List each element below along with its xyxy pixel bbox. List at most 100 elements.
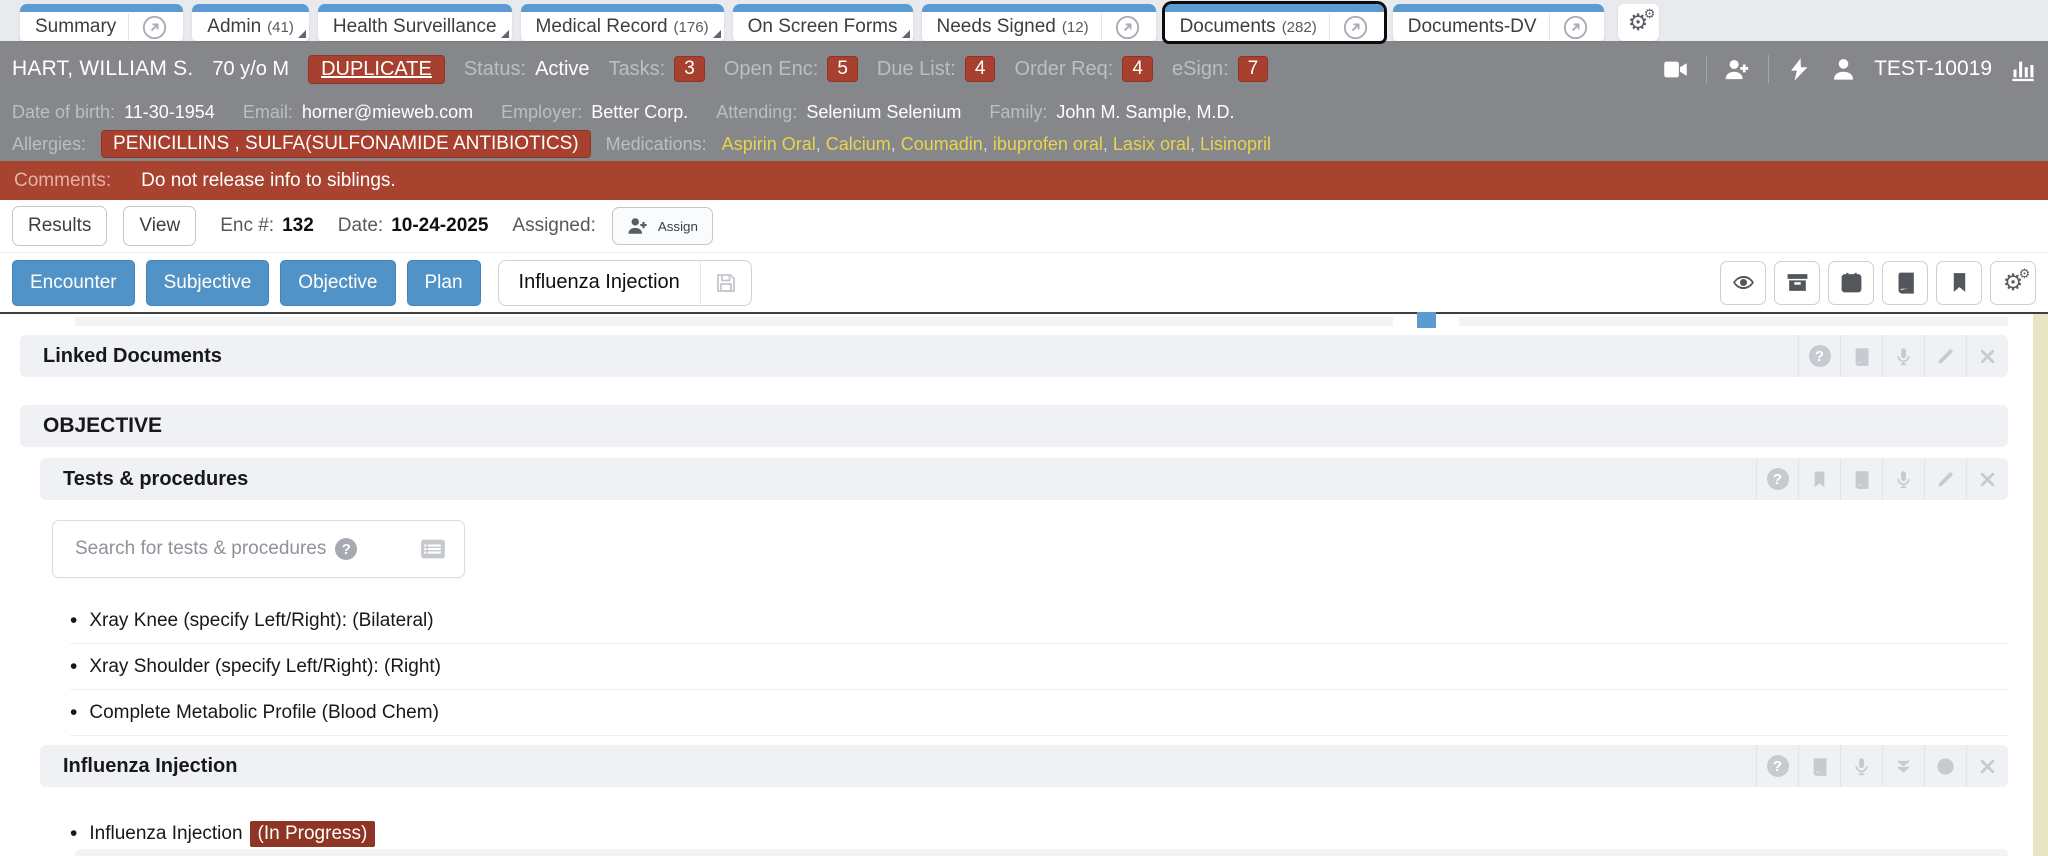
family-value: John M. Sample, M.D. <box>1056 102 1234 123</box>
external-link-icon[interactable] <box>1101 14 1141 41</box>
test-item-label: Xray Shoulder (specify Left/Right): (Rig… <box>89 656 441 678</box>
open-enc-badge[interactable]: 5 <box>827 56 858 82</box>
test-item-label: Xray Knee (specify Left/Right): (Bilater… <box>89 610 433 632</box>
lightning-icon[interactable] <box>1786 56 1813 83</box>
section-title: Linked Documents <box>43 345 222 368</box>
tasks-badge[interactable]: 3 <box>674 56 705 82</box>
pencil-icon[interactable] <box>1924 458 1966 500</box>
plan-button[interactable]: Plan <box>407 260 481 306</box>
comments-bar: Comments: Do not release info to sibling… <box>0 161 2048 200</box>
save-icon <box>714 271 738 295</box>
tab-admin[interactable]: Admin (41) <box>192 4 309 41</box>
chevron-corner-icon <box>902 30 910 38</box>
section-tests-procedures: Tests & procedures ? <box>40 458 2008 500</box>
book-icon[interactable] <box>1798 745 1840 787</box>
microphone-icon[interactable] <box>1840 745 1882 787</box>
duplicate-badge[interactable]: DUPLICATE <box>308 55 445 84</box>
chart-icon[interactable] <box>2009 56 2036 83</box>
help-icon[interactable]: ? <box>1756 458 1798 500</box>
close-icon[interactable] <box>1966 458 2008 500</box>
results-button[interactable]: Results <box>12 206 107 246</box>
chart-notes-button[interactable] <box>1882 261 1928 305</box>
in-progress-badge: (In Progress) <box>250 821 376 847</box>
book-icon <box>1893 270 1918 295</box>
section-title: OBJECTIVE <box>43 414 162 438</box>
book-icon[interactable] <box>1840 335 1882 377</box>
add-user-icon[interactable] <box>1724 56 1751 83</box>
tests-search-box[interactable]: Search for tests & procedures ? <box>52 520 465 578</box>
scrollbar-strip[interactable] <box>2033 314 2048 856</box>
enc-number-value: 132 <box>282 215 314 237</box>
tab-on-screen-forms[interactable]: On Screen Forms <box>733 4 913 41</box>
tab-label: Summary <box>35 16 116 38</box>
archive-button[interactable] <box>1774 261 1820 305</box>
chevron-corner-icon <box>501 30 509 38</box>
subjective-button[interactable]: Subjective <box>146 260 270 306</box>
user-id[interactable]: TEST-10019 <box>1874 57 1992 81</box>
external-link-icon[interactable] <box>1329 14 1369 41</box>
tab-documents[interactable]: Documents (282) <box>1165 4 1384 41</box>
order-req-badge[interactable]: 4 <box>1122 56 1153 82</box>
tab-medical-record[interactable]: Medical Record (176) <box>521 4 724 41</box>
test-item[interactable]: Xray Shoulder (specify Left/Right): (Rig… <box>70 644 2008 690</box>
medication-link[interactable]: Coumadin <box>901 134 993 154</box>
scroll-handle[interactable] <box>1417 312 1436 328</box>
section-objective: OBJECTIVE <box>20 405 2008 447</box>
document-title-field[interactable]: Influenza Injection <box>498 260 752 306</box>
tab-count: (12) <box>1062 19 1089 36</box>
tab-label: Medical Record <box>536 16 668 38</box>
medication-link[interactable]: Aspirin Oral <box>722 134 826 154</box>
allergies-badge[interactable]: PENICILLINS , SULFA(SULFONAMIDE ANTIBIOT… <box>101 130 591 158</box>
close-icon[interactable] <box>1966 745 2008 787</box>
chevron-double-down-icon[interactable] <box>1882 745 1924 787</box>
microphone-icon[interactable] <box>1882 458 1924 500</box>
preview-button[interactable] <box>1720 261 1766 305</box>
note-nav-bar: Encounter Subjective Objective Plan Infl… <box>0 253 2048 312</box>
test-item[interactable]: Complete Metabolic Profile (Blood Chem) <box>70 690 2008 736</box>
book-icon[interactable] <box>1840 458 1882 500</box>
help-icon[interactable]: ? <box>1756 745 1798 787</box>
user-icon[interactable] <box>1830 56 1857 83</box>
external-link-icon[interactable] <box>128 14 168 41</box>
calendar-button[interactable] <box>1828 261 1874 305</box>
view-button[interactable]: View <box>123 206 196 246</box>
bookmark-button[interactable] <box>1936 261 1982 305</box>
external-link-icon[interactable] <box>1549 14 1589 41</box>
due-list-badge[interactable]: 4 <box>965 56 996 82</box>
test-item[interactable]: Xray Knee (specify Left/Right): (Bilater… <box>70 598 2008 644</box>
medication-link[interactable]: Calcium <box>826 134 901 154</box>
list-icon[interactable] <box>416 534 450 564</box>
help-icon[interactable]: ? <box>335 538 357 560</box>
help-icon[interactable]: ? <box>1798 335 1840 377</box>
tab-settings-button[interactable]: ⚙⚙ <box>1618 4 1659 41</box>
medication-link[interactable]: Lasix oral <box>1113 134 1200 154</box>
tab-documents-dv[interactable]: Documents-DV <box>1393 4 1604 41</box>
date-label: Date: <box>338 215 383 237</box>
gears-icon: ⚙⚙ <box>2003 271 2024 294</box>
section-title: Tests & procedures <box>63 468 248 491</box>
tab-health-surveillance[interactable]: Health Surveillance <box>318 4 512 41</box>
microphone-icon[interactable] <box>1882 335 1924 377</box>
ban-icon[interactable] <box>1924 745 1966 787</box>
section-linked-documents: Linked Documents ? <box>20 335 2008 377</box>
esign-badge[interactable]: 7 <box>1238 56 1269 82</box>
test-item-label: Complete Metabolic Profile (Blood Chem) <box>89 702 439 724</box>
close-icon[interactable] <box>1966 335 2008 377</box>
allergy-medication-row: Allergies: PENICILLINS , SULFA(SULFONAMI… <box>12 127 2036 161</box>
video-camera-icon[interactable] <box>1662 56 1689 83</box>
tab-summary[interactable]: Summary <box>20 4 183 41</box>
divider <box>1768 55 1769 83</box>
bookmark-icon[interactable] <box>1798 458 1840 500</box>
objective-button[interactable]: Objective <box>280 260 395 306</box>
add-user-icon <box>627 215 649 237</box>
divider <box>1706 55 1707 83</box>
tab-needs-signed[interactable]: Needs Signed (12) <box>922 4 1156 41</box>
medication-link[interactable]: ibuprofen oral <box>993 134 1113 154</box>
pencil-icon[interactable] <box>1924 335 1966 377</box>
medication-link[interactable]: Lisinopril <box>1200 134 1271 154</box>
assign-button[interactable]: Assign <box>612 207 713 245</box>
open-enc-label: Open Enc: <box>724 58 819 81</box>
settings-button[interactable]: ⚙⚙ <box>1990 261 2036 305</box>
encounter-button[interactable]: Encounter <box>12 260 135 306</box>
save-button[interactable] <box>700 261 751 305</box>
